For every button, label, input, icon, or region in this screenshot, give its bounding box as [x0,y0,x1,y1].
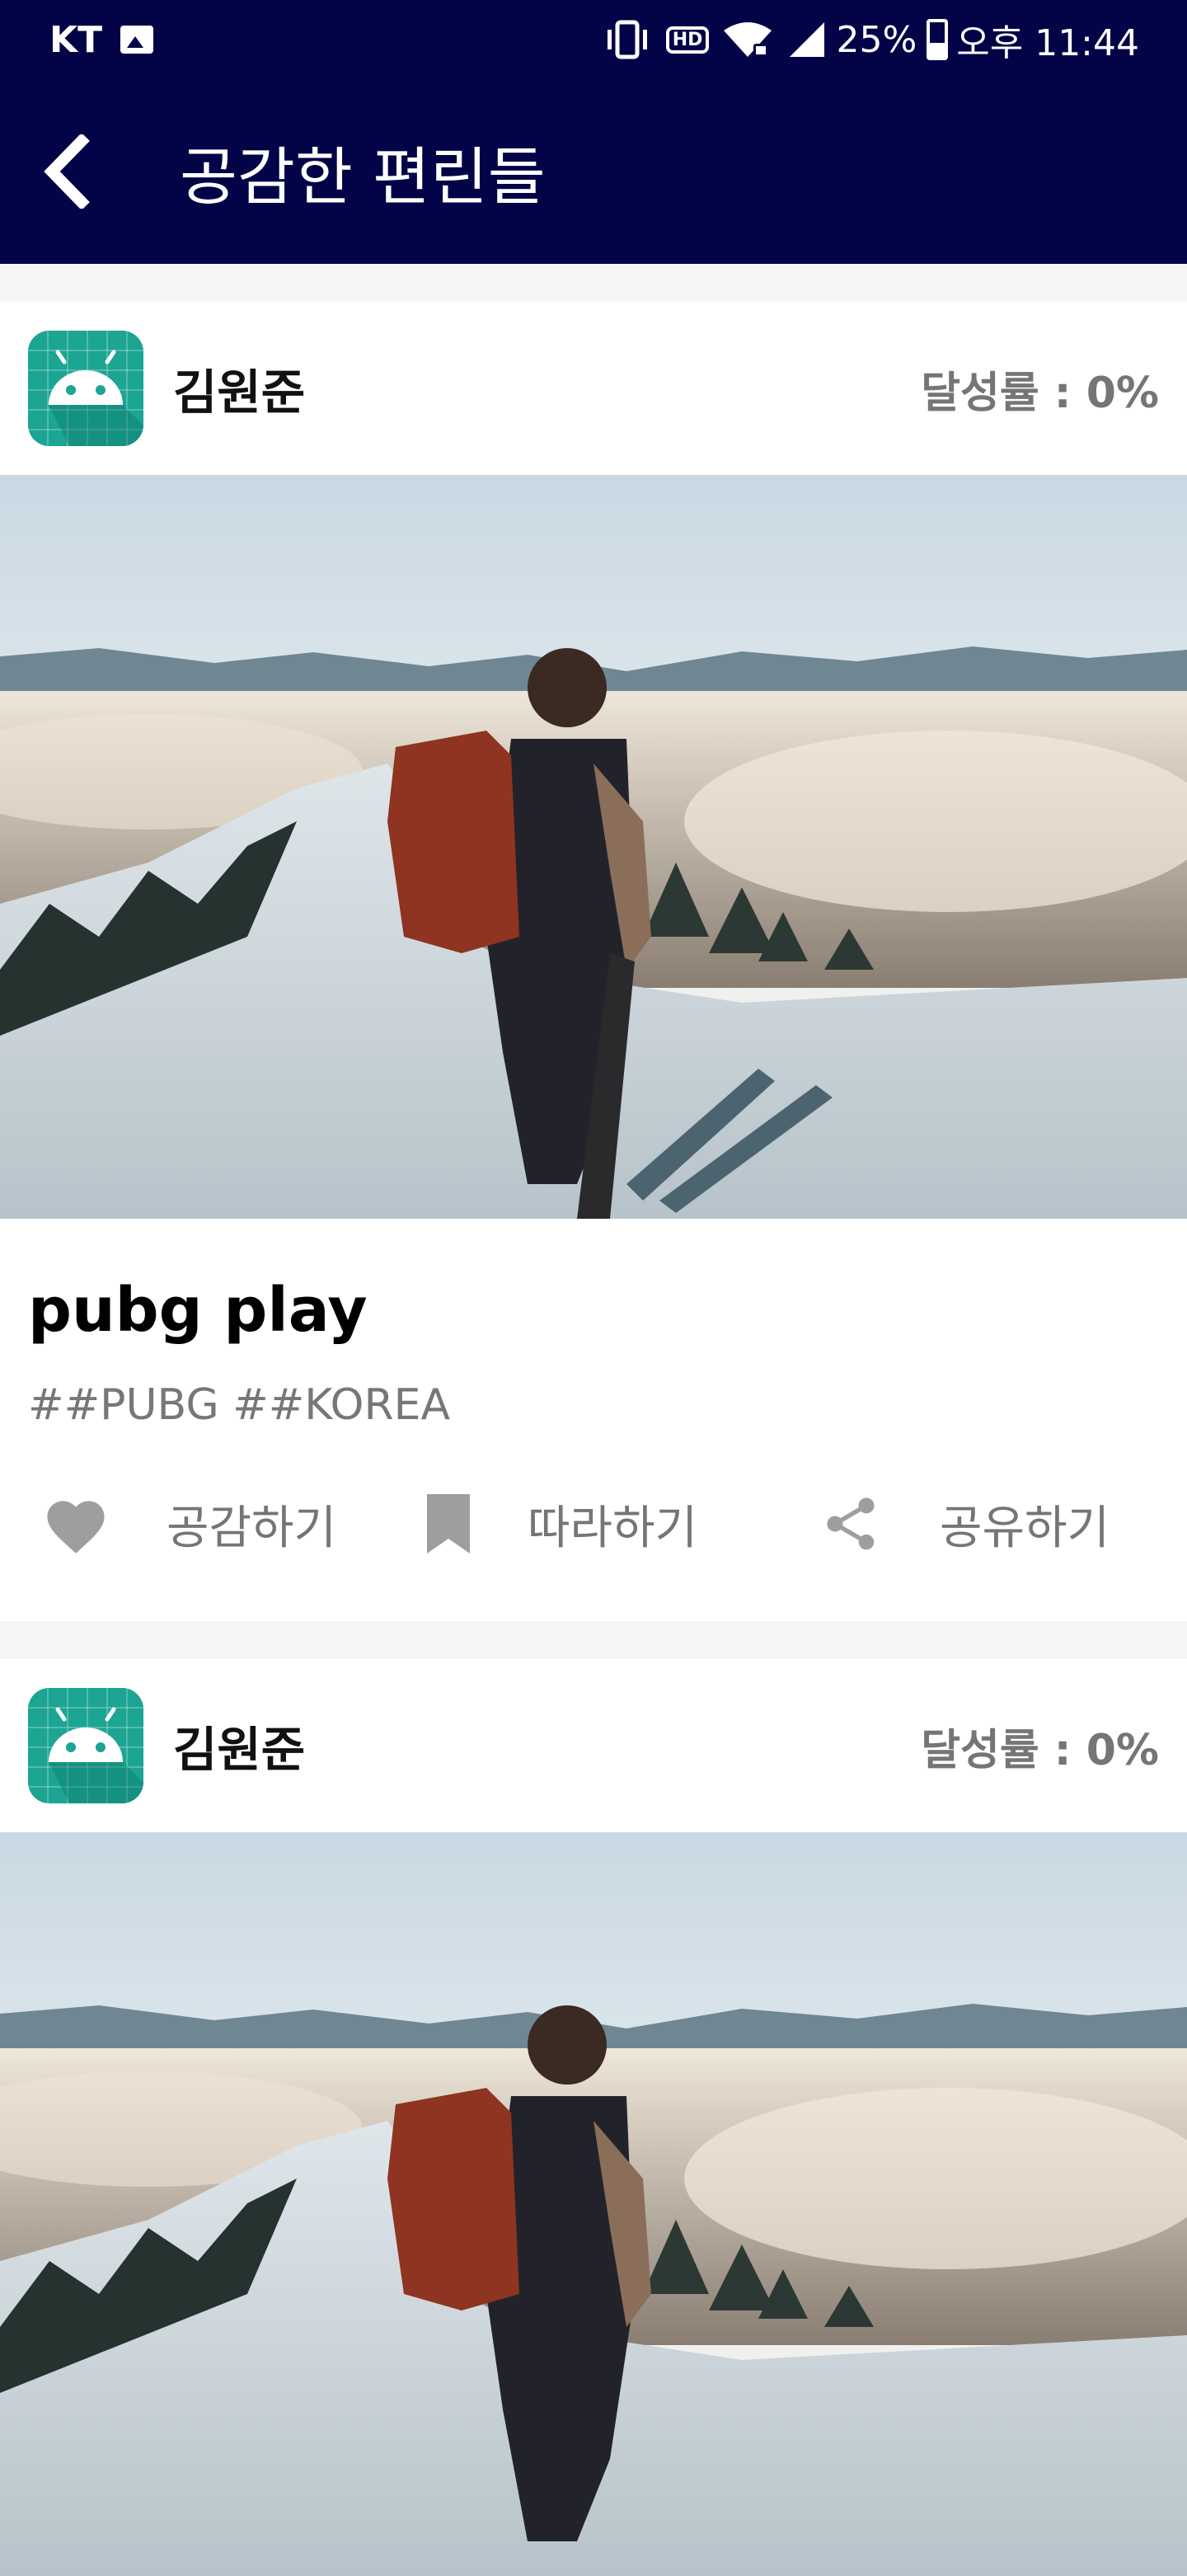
share-button[interactable]: 공유하기 [819,1491,1110,1558]
clock: 오후 11:44 [956,22,1139,64]
battery-percent: 25% [836,18,917,61]
page-title: 공감한 편린들 [180,140,546,214]
android-icon [28,331,143,446]
post-image[interactable] [0,1832,1187,2576]
signal-icon [786,19,828,60]
card-header: 김원준 달성률 : 0% [0,1659,1187,1832]
back-button[interactable] [18,122,117,221]
hd-icon: HD [665,26,710,54]
post-card[interactable]: 김원준 달성률 : 0% [0,1659,1187,2576]
heart-icon [47,1501,105,1554]
image-icon [120,26,154,54]
battery-icon [927,19,949,60]
action-bar: 공감하기 따라하기 공유하기 [28,1441,1159,1606]
post-card[interactable]: 김원준 달성률 : 0% [0,302,1187,1621]
card-header: 김원준 달성률 : 0% [0,302,1187,475]
avatar[interactable] [28,1688,143,1803]
achievement-rate: 달성률 : 0% [921,1725,1159,1775]
author-name[interactable]: 김원준 [173,1711,305,1780]
carrier-label: KT [49,18,103,61]
avatar[interactable] [28,331,143,446]
share-label: 공유하기 [940,1501,1110,1555]
share-icon [827,1497,875,1550]
app-bar: 공감한 편린들 [0,79,1187,264]
follow-button[interactable]: 따라하기 [424,1491,819,1558]
like-label: 공감하기 [167,1501,337,1555]
back-arrow-icon [44,134,90,209]
achievement-rate: 달성률 : 0% [921,368,1159,418]
bookmark-icon [427,1494,470,1554]
author-name[interactable]: 김원준 [173,354,305,423]
vibrate-icon [602,19,653,60]
android-icon [28,1688,143,1803]
post-image[interactable] [0,475,1187,1219]
status-bar: KT HD 25% 오후 11:44 [0,0,1187,79]
post-title[interactable]: pubg play [28,1273,1159,1347]
follow-label: 따라하기 [528,1501,698,1555]
like-button[interactable]: 공감하기 [28,1491,424,1558]
wifi-icon [722,19,773,60]
post-tags[interactable]: ##PUBG ##KOREA [28,1379,1159,1431]
